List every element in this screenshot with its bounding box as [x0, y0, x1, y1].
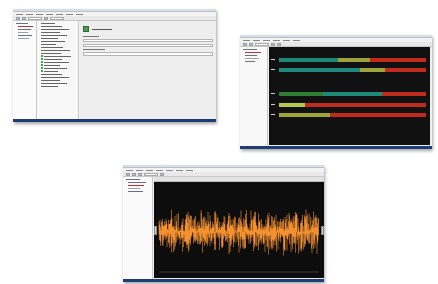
track-label	[271, 114, 275, 115]
screenshot-configuration-view	[13, 9, 216, 122]
track-label	[271, 93, 275, 94]
toolbar-button[interactable]	[16, 17, 20, 20]
toolbar-field[interactable]	[50, 17, 64, 20]
timeline-segment[interactable]	[279, 68, 360, 72]
panel-title	[92, 28, 112, 30]
screenshot-timeline-view	[240, 35, 432, 149]
list-item[interactable]	[41, 82, 76, 84]
list-item[interactable]	[41, 43, 76, 45]
list-item[interactable]	[41, 31, 76, 33]
module-icon	[83, 26, 89, 32]
list-item[interactable]	[41, 46, 76, 48]
status-icon	[41, 67, 43, 69]
list-item[interactable]	[41, 37, 76, 39]
timeline-segment[interactable]	[279, 103, 306, 107]
list-item[interactable]	[41, 40, 76, 42]
right-zoom-handle[interactable]	[321, 226, 324, 235]
property-field[interactable]	[83, 39, 213, 42]
list-item[interactable]	[41, 76, 76, 78]
list-item[interactable]	[41, 67, 76, 69]
timeline-segment[interactable]	[330, 113, 426, 117]
navigation-tree[interactable]	[240, 47, 268, 146]
timeline-segment[interactable]	[279, 58, 338, 62]
timeline-segment[interactable]	[384, 68, 426, 72]
status-icon	[41, 61, 43, 63]
navigation-tree[interactable]	[13, 21, 37, 119]
waveform-trace	[158, 209, 319, 256]
taskbar	[123, 279, 324, 282]
toolbar-button[interactable]	[44, 17, 48, 20]
list-item[interactable]	[41, 61, 76, 63]
list-item[interactable]	[41, 79, 76, 81]
timeline-segment[interactable]	[305, 103, 426, 107]
timeline-segment[interactable]	[279, 92, 324, 96]
waveform-svg	[158, 209, 319, 273]
status-icon	[41, 70, 43, 72]
timeline-segment[interactable]	[323, 92, 382, 96]
status-icon	[41, 64, 43, 66]
property-field[interactable]	[83, 44, 213, 47]
list-item[interactable]	[41, 25, 76, 27]
taskbar	[13, 119, 216, 122]
toolbar-button[interactable]	[22, 17, 26, 20]
track-label	[271, 69, 275, 70]
property-field[interactable]	[83, 52, 213, 56]
toolbar-field[interactable]	[28, 17, 42, 20]
left-zoom-handle[interactable]	[154, 226, 157, 235]
properties-panel	[80, 21, 216, 119]
list-item[interactable]	[41, 55, 76, 57]
timeline-segment[interactable]	[381, 92, 426, 96]
list-item[interactable]	[41, 85, 76, 87]
list-item[interactable]	[41, 49, 76, 51]
list-item[interactable]	[41, 64, 76, 66]
list-item[interactable]	[41, 28, 76, 30]
list-item[interactable]	[41, 52, 76, 54]
item-list[interactable]	[37, 21, 79, 119]
track-label	[271, 59, 275, 60]
screenshot-waveform-view	[123, 165, 324, 282]
timeline-segment[interactable]	[359, 68, 385, 72]
list-item[interactable]	[41, 22, 76, 24]
list-item[interactable]	[41, 70, 76, 72]
navigation-tree[interactable]	[123, 177, 153, 279]
timeline-segment[interactable]	[279, 113, 331, 117]
track-label	[271, 104, 275, 105]
waveform-plot[interactable]	[154, 182, 324, 278]
timeline-segment[interactable]	[370, 58, 426, 62]
timeline-plot[interactable]	[269, 47, 430, 145]
status-icon	[41, 58, 43, 60]
list-item[interactable]	[41, 34, 76, 36]
timeline-segment[interactable]	[337, 58, 371, 62]
list-item[interactable]	[41, 58, 76, 60]
list-item[interactable]	[41, 73, 76, 75]
status-icon	[41, 55, 43, 57]
taskbar	[240, 146, 432, 149]
